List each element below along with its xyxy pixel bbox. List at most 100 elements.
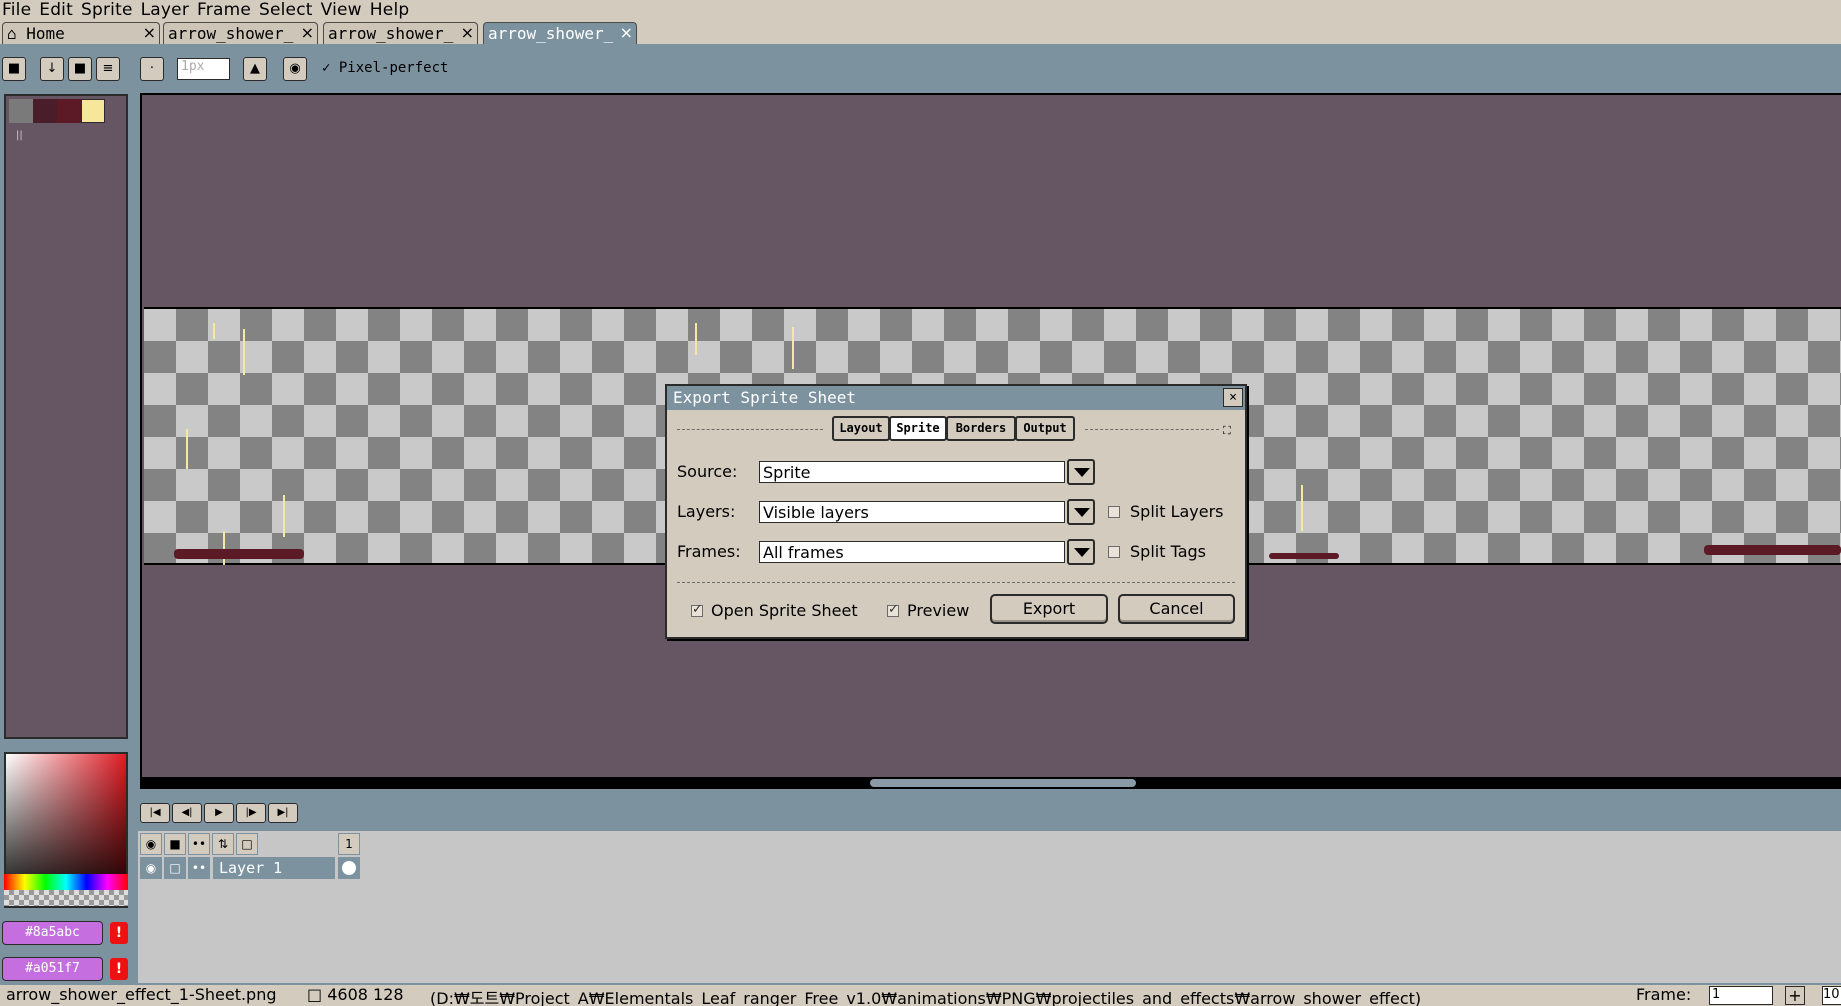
warning-icon[interactable]: ! <box>110 958 128 980</box>
divider <box>677 582 1235 583</box>
horizontal-scrollbar[interactable] <box>870 779 1136 787</box>
layers-label: Layers: <box>677 502 736 521</box>
export-button[interactable]: Export <box>990 594 1108 624</box>
cel[interactable] <box>338 857 360 879</box>
menu-bar: File Edit Sprite Layer Frame Select View… <box>0 0 1841 20</box>
layer-row[interactable]: Layer 1 <box>213 857 335 879</box>
copy-icon[interactable]: □ <box>236 833 258 855</box>
menu-frame[interactable]: Frame <box>195 0 257 20</box>
dialog-tabs: Layout Sprite Borders Output <box>677 416 1235 442</box>
warning-icon[interactable]: ! <box>110 922 128 944</box>
alpha-slider[interactable] <box>4 890 128 906</box>
open-sprite-sheet-checkbox[interactable] <box>691 602 703 617</box>
background-color-button[interactable]: #a051f7 <box>2 957 103 981</box>
arrow-sprite <box>792 327 794 369</box>
palette-swatch[interactable] <box>57 99 81 123</box>
next-frame-icon[interactable]: |▶ <box>236 803 266 823</box>
tab-close-icon[interactable]: × <box>143 23 156 42</box>
cancel-button[interactable]: Cancel <box>1118 594 1235 624</box>
arrow-sprite <box>1301 485 1303 531</box>
zoom-tool-icon[interactable]: ◉ <box>283 57 307 81</box>
brush-dot-icon[interactable]: · <box>140 57 164 81</box>
menu-edit[interactable]: Edit <box>37 0 79 20</box>
lock-icon[interactable]: ■ <box>164 833 186 855</box>
chevron-down-icon[interactable] <box>1067 499 1095 525</box>
tab-document-label: arrow_shower_ <box>328 24 454 43</box>
frames-dropdown[interactable]: All frames <box>759 541 1065 563</box>
eye-icon[interactable]: ◉ <box>140 857 162 879</box>
eye-icon[interactable]: ◉ <box>140 833 162 855</box>
tab-layout[interactable]: Layout <box>832 416 890 441</box>
tab-document-2[interactable]: arrow_shower_ × <box>323 22 478 45</box>
ink-icon[interactable]: ▲ <box>243 57 267 81</box>
status-size-text: 4608 128 <box>327 985 404 1004</box>
split-tags-label: Split Tags <box>1130 542 1206 561</box>
square-icon[interactable]: ■ <box>68 57 92 81</box>
preview-checkbox[interactable] <box>887 602 899 617</box>
status-bar: arrow_shower_effect_1-Sheet.png □ 4608 1… <box>0 985 1841 1006</box>
menu-lines-icon[interactable]: ≡ <box>96 57 120 81</box>
split-layers-checkbox[interactable] <box>1108 506 1120 518</box>
preview-label: Preview <box>907 601 970 620</box>
foreground-color-button[interactable]: #8a5abc <box>2 921 103 945</box>
down-arrow-icon[interactable]: ↓ <box>40 57 64 81</box>
hue-slider[interactable] <box>4 874 128 890</box>
previous-frame-icon[interactable]: ◀| <box>172 803 202 823</box>
menu-sprite[interactable]: Sprite <box>79 0 139 20</box>
status-path: (D:₩도트₩Project_A₩Elementals_Leaf_ranger_… <box>430 989 1422 1006</box>
frame-input[interactable]: 1 <box>1709 986 1773 1005</box>
zoom-input[interactable]: 10 <box>1822 986 1841 1005</box>
tab-close-icon[interactable]: × <box>461 23 474 42</box>
split-tags-checkbox[interactable] <box>1108 546 1120 558</box>
tab-document-label: arrow_shower_ <box>488 24 614 43</box>
palette-swatch[interactable] <box>33 99 57 123</box>
menu-help[interactable]: Help <box>368 0 416 20</box>
source-dropdown[interactable]: Sprite <box>759 461 1065 483</box>
continuous-icon[interactable]: •• <box>188 833 210 855</box>
arrow-sprite <box>213 323 215 339</box>
chevron-down-icon[interactable] <box>1067 459 1095 485</box>
arrow-sprite <box>695 323 697 355</box>
tab-borders[interactable]: Borders <box>946 416 1016 441</box>
menu-select[interactable]: Select <box>257 0 319 20</box>
close-icon[interactable]: × <box>1223 388 1243 407</box>
first-frame-icon[interactable]: |◀ <box>140 803 170 823</box>
pixel-perfect-toggle[interactable]: ✓ Pixel-perfect <box>322 60 448 76</box>
tab-home[interactable]: ⌂ Home × <box>2 22 160 45</box>
palette-resize-handle[interactable]: || <box>16 130 23 141</box>
palette-swatch[interactable] <box>9 99 33 123</box>
menu-file[interactable]: File <box>0 0 37 20</box>
timeline: ◉ ■ •• ⇅ □ 1 ◉ □ •• Layer 1 <box>138 831 1841 983</box>
check-icon: ✓ <box>322 60 331 76</box>
last-frame-icon[interactable]: ▶| <box>268 803 298 823</box>
context-toolbar: ■ ↓ ■ ≡ · 1px ▲ ◉ ✓ Pixel-perfect <box>0 46 1841 92</box>
brush-size-input[interactable]: 1px <box>177 58 230 80</box>
arrow-sprite <box>283 495 285 537</box>
chevron-down-icon[interactable] <box>1067 539 1095 565</box>
source-label: Source: <box>677 462 738 481</box>
menu-layer[interactable]: Layer <box>139 0 195 20</box>
tab-document-3[interactable]: arrow_shower_ × <box>483 22 637 45</box>
tab-close-icon[interactable]: × <box>620 23 633 42</box>
menu-view[interactable]: View <box>319 0 368 20</box>
tab-sprite[interactable]: Sprite <box>889 416 947 441</box>
add-frame-button[interactable]: + <box>1785 986 1805 1005</box>
lock-icon[interactable]: □ <box>164 857 186 879</box>
tab-close-icon[interactable]: × <box>301 23 314 42</box>
arrow-sprite <box>186 429 188 469</box>
expand-icon[interactable]: ⛶ <box>1223 424 1231 438</box>
pixel-perfect-label: Pixel-perfect <box>338 60 449 76</box>
continuous-icon[interactable]: •• <box>188 857 210 879</box>
tab-document-1[interactable]: arrow_shower_ × <box>163 22 318 45</box>
frames-label: Frames: <box>677 542 741 561</box>
layers-dropdown[interactable]: Visible layers <box>759 501 1065 523</box>
link-icon[interactable]: ⇅ <box>212 833 234 855</box>
dialog-title-bar[interactable]: Export Sprite Sheet × <box>667 386 1245 410</box>
frame-header[interactable]: 1 <box>338 833 360 855</box>
palette-swatch[interactable] <box>81 99 105 123</box>
lock-icon[interactable]: ■ <box>2 57 26 81</box>
play-icon[interactable]: ▶ <box>204 803 234 823</box>
arrow-sprite <box>223 531 225 565</box>
divider <box>677 429 823 430</box>
tab-output[interactable]: Output <box>1015 416 1075 441</box>
